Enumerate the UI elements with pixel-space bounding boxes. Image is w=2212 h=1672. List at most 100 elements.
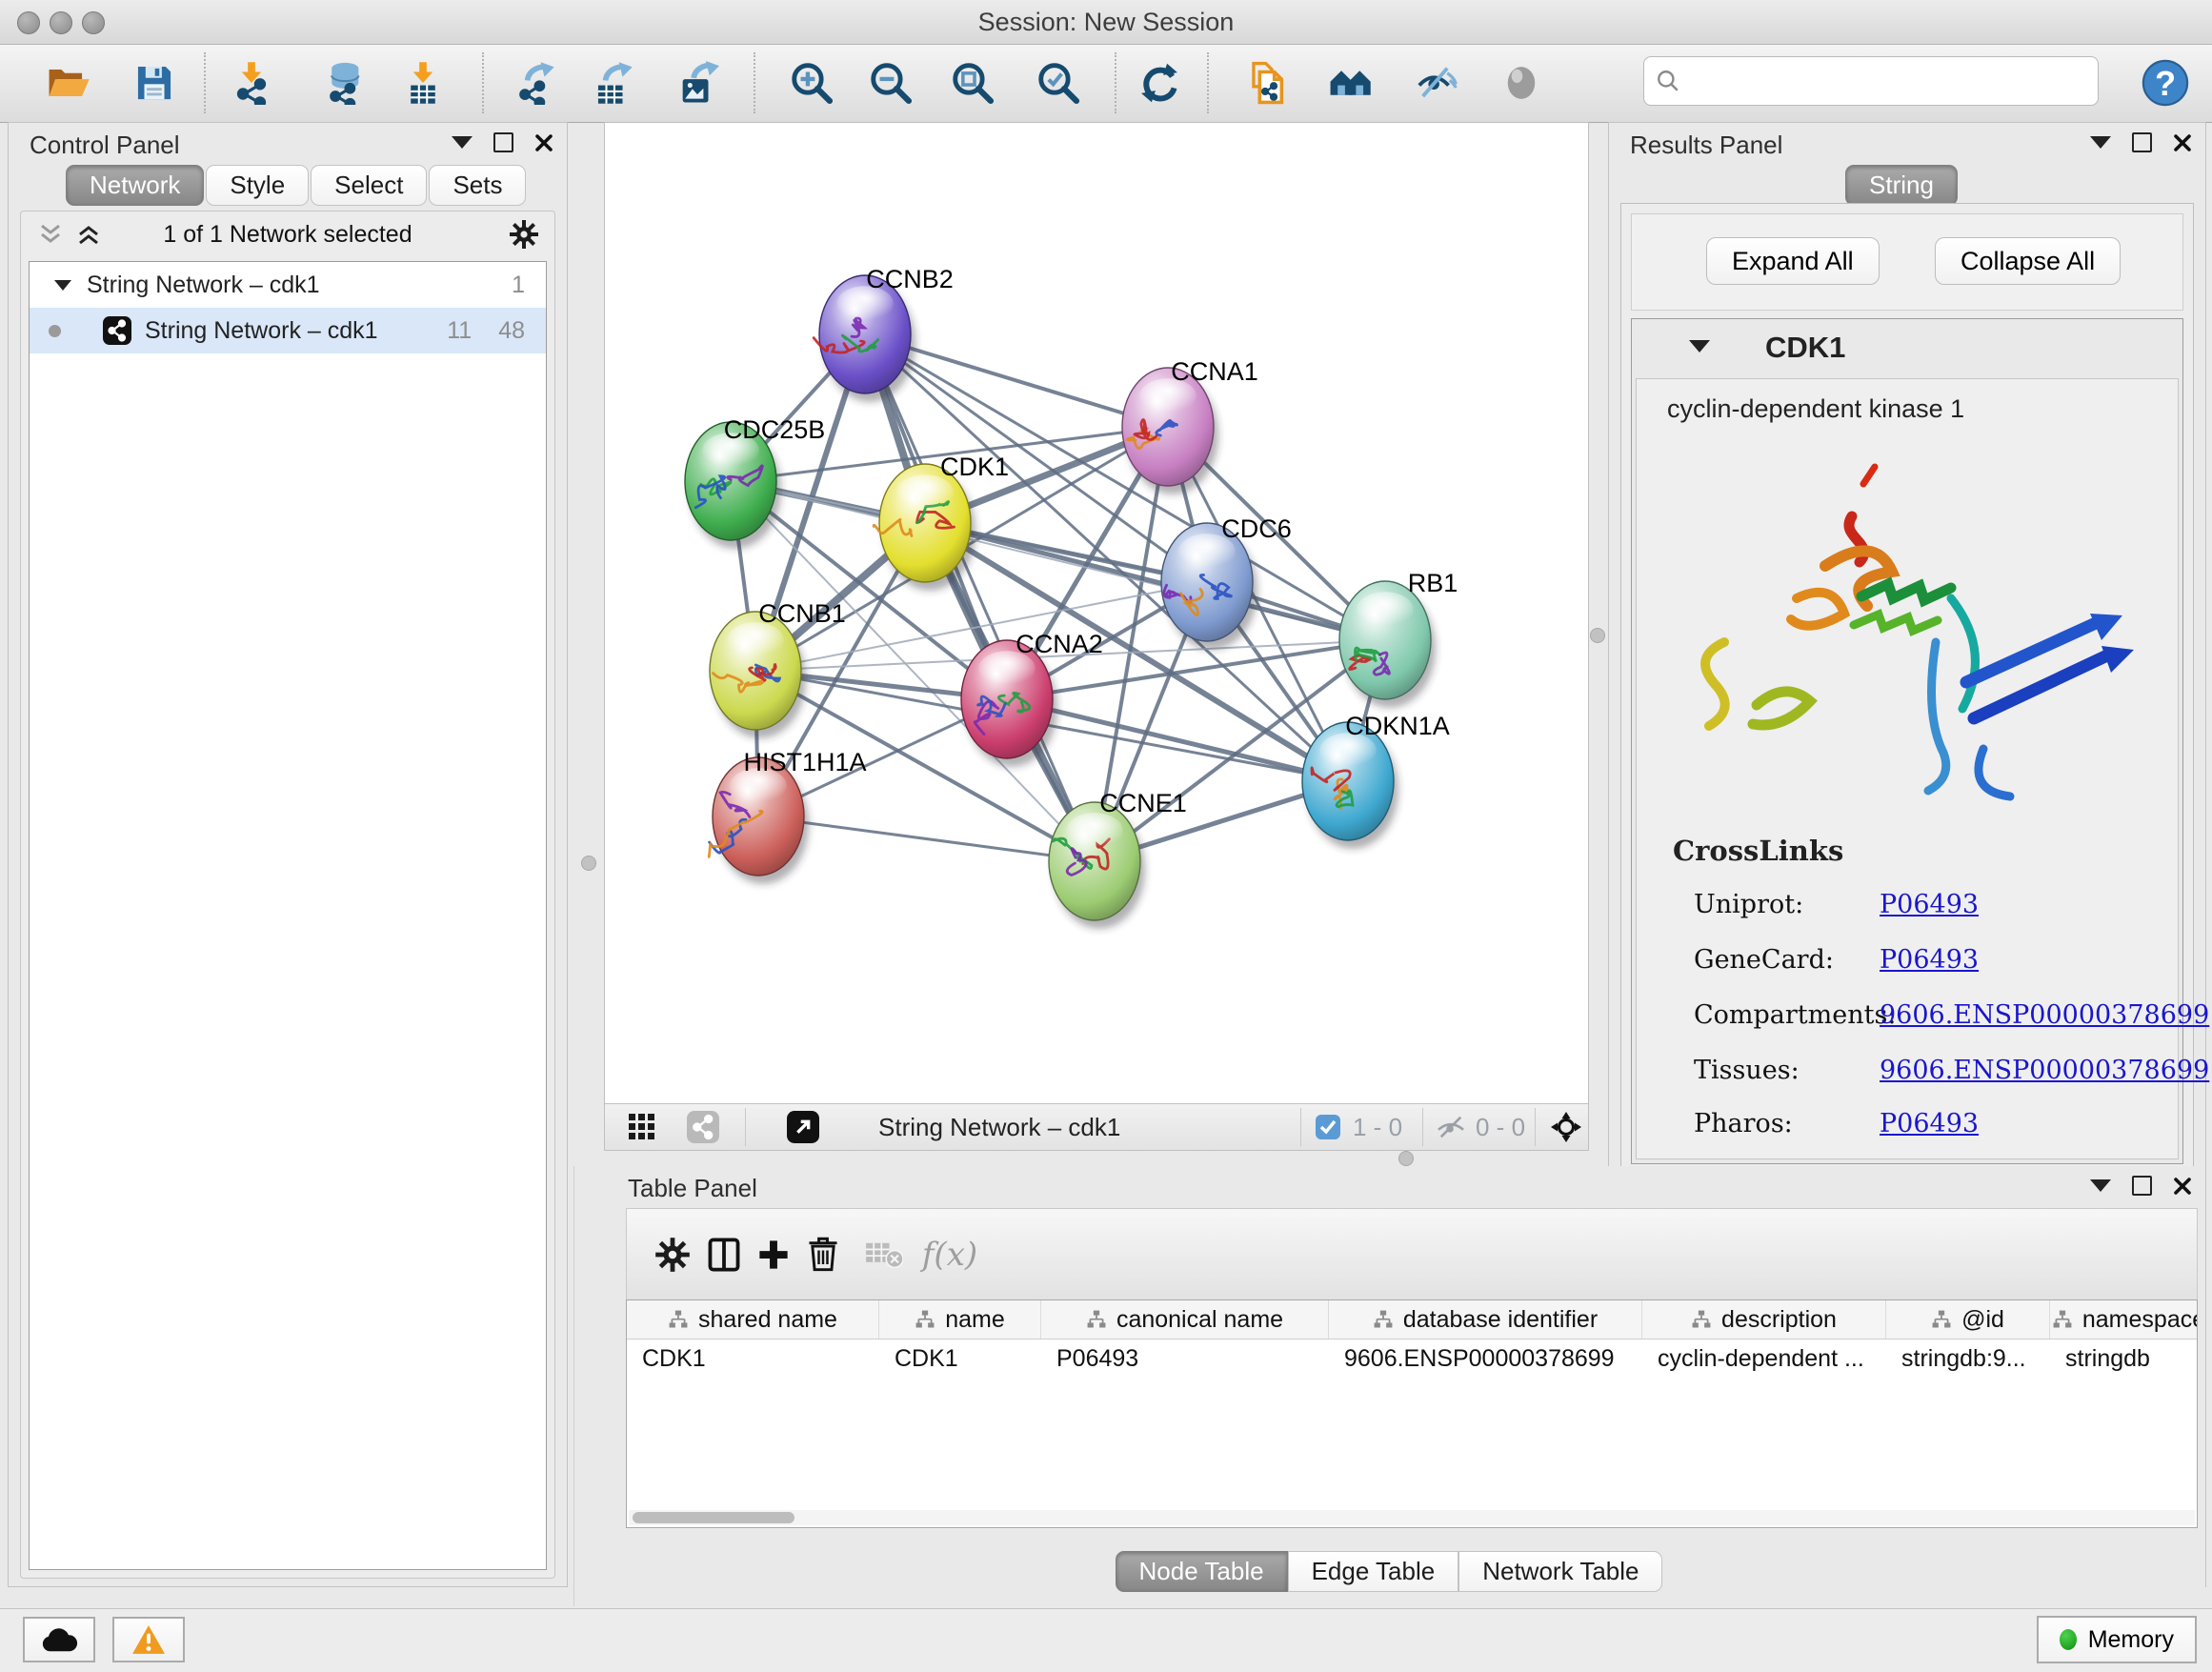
close-panel-icon[interactable] [2173,133,2192,152]
column-header-shared-name[interactable]: shared name [627,1300,879,1339]
crosslink-link[interactable]: 9606.ENSP00000378699 [1880,1056,2209,1085]
table-cell[interactable]: stringdb [2050,1340,2198,1378]
panel-menu-icon[interactable] [2090,1179,2111,1192]
graph-node-HIST1H1A[interactable]: HIST1H1A [709,748,866,884]
crosslink-link[interactable]: 9606.ENSP00000378699 [1880,1000,2209,1030]
node-table[interactable]: shared namenamecanonical namedatabase id… [626,1299,2198,1528]
zoom-in-button[interactable] [784,54,839,111]
import-network-database-button[interactable] [316,54,372,111]
tab-sets[interactable]: Sets [429,165,526,206]
table-cell[interactable]: cyclin-dependent ... [1642,1340,1886,1378]
zoom-out-button[interactable] [863,54,918,111]
gene-section-header[interactable]: CDK1 [1632,319,2182,378]
home-button[interactable] [1322,54,1377,111]
collapse-section-icon[interactable] [1689,340,1710,353]
graph-node-CDK1[interactable]: CDK1 [874,453,1009,591]
table-cell[interactable]: P06493 [1041,1340,1329,1378]
zoom-fit-button[interactable] [945,54,1000,111]
tab-node-table[interactable]: Node Table [1116,1551,1288,1592]
warning-status-button[interactable] [112,1617,185,1662]
column-header-namespace[interactable]: namespace [2050,1300,2198,1339]
graph-node-CCNB2[interactable]: CCNB2 [814,265,954,402]
gear-icon[interactable] [509,219,539,250]
grid-view-button[interactable] [620,1106,664,1148]
scrollbar-thumb[interactable] [633,1512,794,1523]
save-session-button[interactable] [127,54,182,111]
tab-select[interactable]: Select [311,165,427,206]
panel-menu-icon[interactable] [2090,136,2111,149]
network-collection-row[interactable]: String Network – cdk1 1 [30,262,546,308]
show-hidden-button[interactable] [1494,54,1549,111]
column-header--id[interactable]: @id [1886,1300,2050,1339]
gene-section: CDK1 cyclin-dependent kinase 1 [1631,318,2183,1164]
create-column-button[interactable] [751,1232,796,1278]
function-builder-button[interactable]: f(x) [916,1232,983,1278]
network-row-selected[interactable]: String Network – cdk1 11 48 [30,308,546,353]
network-view-mode-button[interactable] [681,1106,725,1148]
refresh-layout-button[interactable] [1132,54,1187,111]
column-header-canonical-name[interactable]: canonical name [1041,1300,1329,1339]
close-panel-icon[interactable] [534,133,553,152]
tab-network[interactable]: Network [66,165,204,206]
horizontal-scrollbar[interactable] [629,1510,2195,1525]
crosslink-link[interactable]: P06493 [1880,1109,1979,1138]
tab-edge-table[interactable]: Edge Table [1288,1551,1459,1592]
search-input[interactable] [1680,67,2086,95]
collapse-caret-icon[interactable] [54,280,71,291]
graph-node-CCNA1[interactable]: CCNA1 [1122,357,1258,494]
open-session-button[interactable] [41,54,96,111]
graph-node-RB1[interactable]: RB1 [1339,569,1458,708]
help-button[interactable]: ? [2138,54,2193,111]
maximize-window-button[interactable] [82,11,105,34]
crosslink-link[interactable]: P06493 [1880,890,1979,919]
selected-checkbox-icon[interactable] [1315,1114,1341,1140]
tab-style[interactable]: Style [206,165,309,206]
table-cell[interactable]: CDK1 [627,1340,879,1378]
table-cell[interactable]: 9606.ENSP00000378699 [1329,1340,1642,1378]
graph-node-CCNA2[interactable]: CCNA2 [961,630,1103,767]
vertical-splitter-handle[interactable] [581,856,596,871]
column-header-description[interactable]: description [1642,1300,1886,1339]
tab-network-table[interactable]: Network Table [1458,1551,1662,1592]
fit-selected-button[interactable] [1544,1106,1588,1148]
collapse-all-button[interactable]: Collapse All [1935,237,2121,285]
tab-string[interactable]: String [1845,165,1958,206]
vertical-splitter-handle[interactable] [1590,628,1605,643]
import-table-button[interactable] [395,54,451,111]
column-header-name[interactable]: name [879,1300,1041,1339]
search-field[interactable] [1643,56,2099,106]
hide-selected-button[interactable] [1410,54,1465,111]
table-cell[interactable]: CDK1 [879,1340,1041,1378]
import-network-file-button[interactable] [224,54,279,111]
float-panel-icon[interactable] [2132,132,2152,152]
graph-node-CDKN1A[interactable]: CDKN1A [1302,712,1450,849]
minimize-window-button[interactable] [50,11,72,34]
clone-network-button[interactable] [1239,54,1295,111]
network-graph[interactable]: CCNB2CCNA1CDC25BCDK1CDC6RB1CCNB1CCNA2CDK… [605,123,1586,1102]
panel-menu-icon[interactable] [452,136,473,149]
horizontal-splitter-handle[interactable] [1398,1151,1414,1166]
cloud-status-button[interactable] [23,1617,95,1662]
export-table-button[interactable] [584,54,639,111]
export-image-button[interactable] [670,54,725,111]
graph-node-CCNB1[interactable]: CCNB1 [710,599,846,738]
table-settings-button[interactable] [650,1232,695,1278]
show-columns-button[interactable] [701,1232,747,1278]
export-network-button[interactable] [506,54,561,111]
gene-name: CDK1 [1765,331,1845,365]
delete-table-button[interactable] [861,1232,907,1278]
network-view[interactable]: CCNB2CCNA1CDC25BCDK1CDC6RB1CCNB1CCNA2CDK… [604,122,1589,1151]
float-panel-icon[interactable] [2132,1176,2152,1196]
crosslink-link[interactable]: P06493 [1880,945,1979,975]
table-row[interactable]: CDK1CDK1P064939606.ENSP00000378699cyclin… [627,1340,2197,1378]
open-in-window-button[interactable] [781,1106,825,1148]
zoom-selected-button[interactable] [1031,54,1086,111]
close-window-button[interactable] [17,11,40,34]
table-cell[interactable]: stringdb:9... [1886,1340,2050,1378]
expand-all-button[interactable]: Expand All [1706,237,1880,285]
delete-column-button[interactable] [800,1232,846,1278]
memory-button[interactable]: Memory [2037,1616,2197,1663]
close-panel-icon[interactable] [2173,1177,2192,1196]
column-header-database-identifier[interactable]: database identifier [1329,1300,1642,1339]
float-panel-icon[interactable] [493,132,513,152]
